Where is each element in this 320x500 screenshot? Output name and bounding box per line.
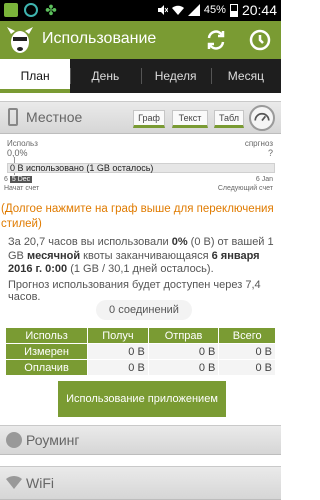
wifi-icon (171, 5, 184, 15)
row-label: Измерен (4, 343, 89, 360)
end-date: 6 Jan (255, 176, 273, 183)
table-row: Измерен 0 В 0 В 0 В (4, 343, 276, 360)
table-cell: 0 В (147, 359, 220, 376)
desc-percent: 0% (171, 236, 188, 248)
desc-monthly: месячной (26, 249, 81, 262)
phone-icon (8, 108, 18, 126)
table-header: Отправ (147, 327, 220, 344)
table-cell: 0 В (147, 343, 220, 360)
battery-icon (229, 3, 238, 17)
usage-description: За 20,7 часов вы использовали 0% (0 В) о… (8, 236, 278, 277)
table-header: Получ (87, 327, 149, 344)
start-label: Начат счет (4, 185, 40, 192)
table-header-row: Использ Получ Отправ Всего (4, 327, 276, 344)
usage-bar: 0 В использовано (1 GB осталось) (7, 163, 275, 173)
wifi-section-title: WiFi (26, 475, 54, 491)
used-percent: 0,0% (7, 148, 28, 158)
graph-style-hint: (Долгое нажмите на граф выше для переклю… (1, 203, 274, 230)
desc-part-1: За 20,7 часов вы использовали (8, 236, 172, 248)
local-section-header[interactable]: Местное Граф Текст Табл (0, 101, 281, 134)
battery-percent: 45% (203, 4, 226, 16)
tab-plan[interactable]: План (0, 59, 71, 93)
clock-time: 20:44 (241, 2, 277, 18)
speedometer-icon[interactable] (249, 105, 275, 131)
signal-icon (187, 4, 200, 16)
status-right: 45% 20:44 (156, 2, 277, 18)
used-label: Использ (7, 139, 38, 148)
connections-count[interactable]: 0 соединений (96, 300, 192, 320)
local-section-title: Местное (26, 109, 83, 125)
clock-icon[interactable] (248, 28, 272, 52)
period-tabs: План День Неделя Месяц (0, 59, 281, 93)
table-row: Оплачив 0 В 0 В 0 В (4, 359, 276, 376)
forecast-value: ? (267, 148, 273, 158)
table-cell: 0 В (87, 343, 149, 360)
mute-icon (157, 5, 168, 15)
refresh-icon[interactable] (204, 28, 228, 52)
tab-week[interactable]: Неделя (140, 59, 211, 93)
start-date-highlight: 5 Dec (9, 176, 33, 183)
roaming-section-title: Роуминг (26, 432, 80, 448)
forecast-label: спргноз (244, 139, 273, 148)
wifi-section-icon (6, 475, 22, 489)
desc-part-3: квоты заканчивающаяся (80, 249, 212, 262)
row-label: Оплачив (4, 359, 89, 376)
table-cell: 0 В (87, 359, 149, 376)
table-view-button[interactable]: Табл (214, 110, 244, 128)
notification-icon (4, 3, 18, 17)
wifi-section-header[interactable]: WiFi (0, 466, 281, 500)
table-cell: 0 В (218, 359, 276, 376)
table-header: Использ (4, 327, 89, 344)
clover-icon: ✤ (45, 2, 57, 18)
roaming-section-header[interactable]: Роуминг (0, 425, 281, 455)
text-view-button[interactable]: Текст (172, 110, 208, 128)
tab-month[interactable]: Месяц (210, 59, 281, 93)
start-date: 6 5 Dec (4, 176, 33, 183)
table-cell: 0 В (218, 343, 276, 360)
desc-part-4: (1 GB / 30,1 дней осталось). (67, 263, 214, 275)
app-logo-icon (7, 27, 33, 53)
notification-icons: ✤ (4, 3, 58, 17)
sync-notification-icon (24, 3, 38, 17)
usage-graph[interactable]: Использ 0,0% спргноз ? 0 В использовано … (4, 137, 277, 195)
app-bar: Использование (0, 21, 281, 59)
app-usage-button[interactable]: Использование приложением (58, 381, 226, 417)
start-prefix: 6 (4, 176, 8, 183)
roaming-icon (6, 432, 22, 448)
table-header: Всего (218, 327, 276, 344)
tab-day[interactable]: День (70, 59, 140, 93)
usage-table: Использ Получ Отправ Всего Измерен 0 В 0… (4, 327, 276, 376)
end-label: Следующий счет (217, 185, 273, 192)
graph-view-button[interactable]: Граф (133, 110, 165, 128)
app-title: Использование (42, 30, 157, 47)
status-bar: ✤ 45% 20:44 (0, 0, 281, 21)
